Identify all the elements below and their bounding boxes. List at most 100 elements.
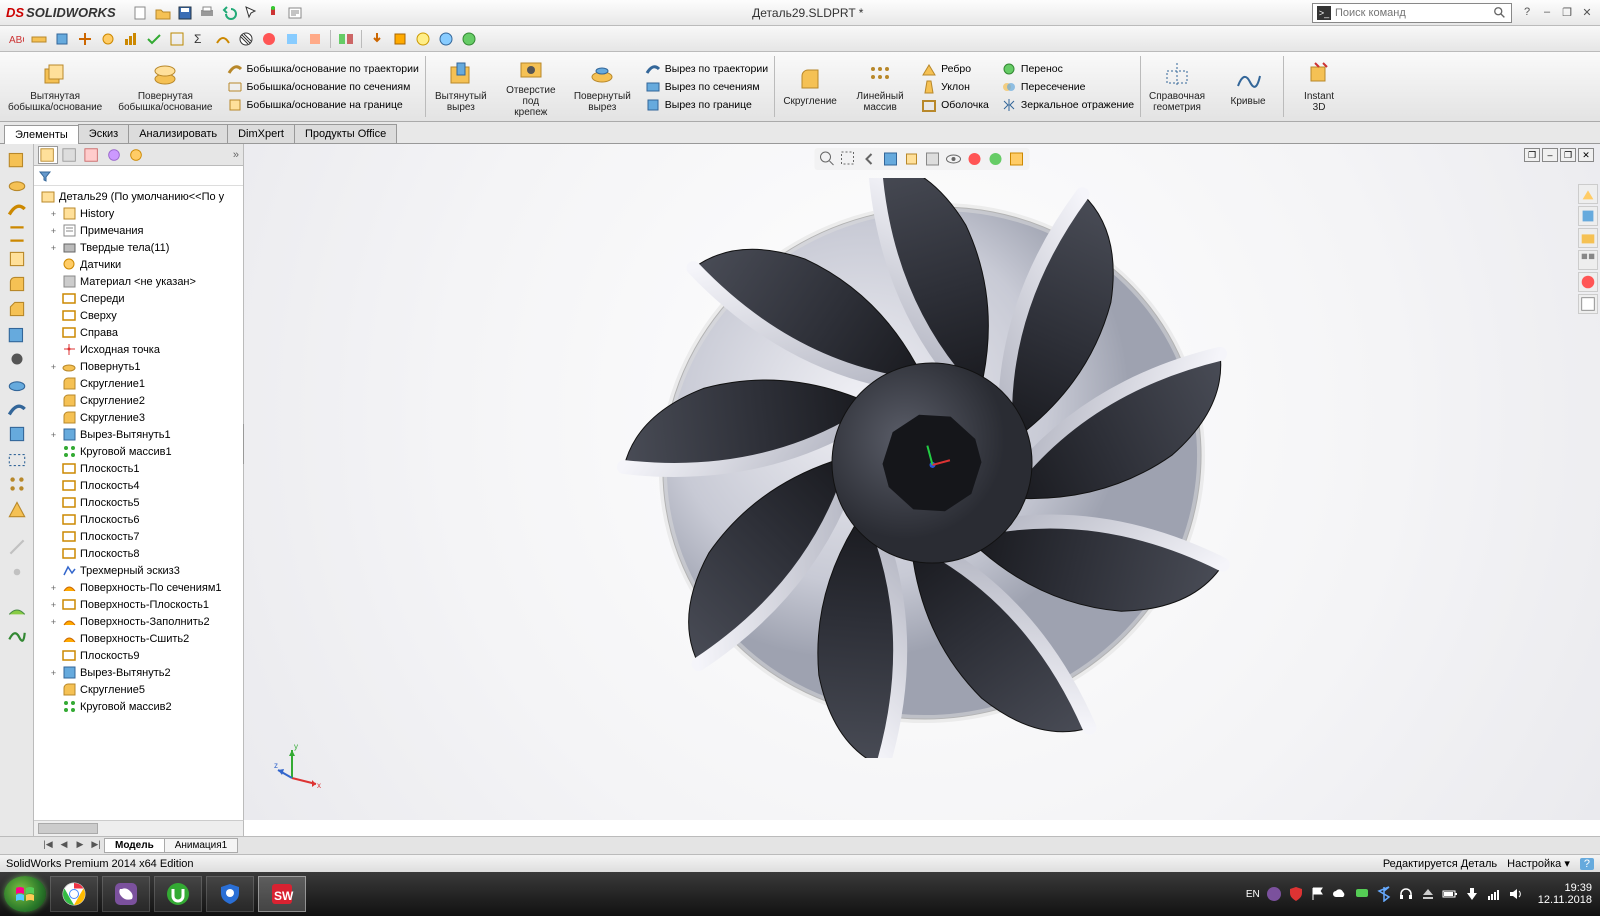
sensor-icon[interactable] [98,29,118,49]
tree-item[interactable]: Плоскость4 [34,477,243,494]
view-settings-icon[interactable] [1008,150,1026,168]
status-settings[interactable]: Настройка ▾ [1507,857,1570,870]
revolved-cut-button[interactable]: Повернутый вырез [566,52,639,121]
cutloft-icon[interactable] [6,423,28,445]
extrude-icon[interactable] [6,148,28,170]
tree-item[interactable]: Трехмерный эскиз3 [34,562,243,579]
tree-item[interactable]: Плоскость6 [34,511,243,528]
sweep-icon[interactable] [6,198,28,220]
feature-tree[interactable]: Деталь29 (По умолчанию<<По у +History+Пр… [34,186,243,820]
save-icon[interactable] [176,4,194,22]
undo-icon[interactable] [220,4,238,22]
mdi-close-icon[interactable]: ✕ [1578,148,1594,162]
hole-wizard-button[interactable]: Отверстие под крепеж [496,52,566,121]
select-icon[interactable] [242,4,260,22]
fillet-button[interactable]: Скругление [775,52,845,121]
check-icon[interactable] [144,29,164,49]
tree-item[interactable]: Плоскость8 [34,545,243,562]
model-3d-view[interactable] [612,178,1232,758]
boundary-boss-button[interactable]: Бобышка/основание на границе [227,97,419,113]
tree-item[interactable]: Скругление3 [34,409,243,426]
tab-office[interactable]: Продукты Office [294,124,397,143]
zebra-icon[interactable] [236,29,256,49]
chamfer-icon[interactable] [6,298,28,320]
scene-icon[interactable] [987,150,1005,168]
taskbar-chrome-icon[interactable] [50,876,98,912]
section-view-icon[interactable] [882,150,900,168]
simxpress-icon[interactable] [390,29,410,49]
rib-button[interactable]: Ребро [921,61,989,77]
prev-view-icon[interactable] [861,150,879,168]
revolved-boss-button[interactable]: Повернутая бобышка/основание [110,52,220,121]
dimxpert-tab-icon[interactable] [104,146,124,164]
view-triad-icon[interactable]: x y z [274,740,324,790]
loft-boss-button[interactable]: Бобышка/основание по сечениям [227,79,419,95]
display-tab-icon[interactable] [126,146,146,164]
draft-analysis-icon[interactable] [282,29,302,49]
taskbar-solidworks-icon[interactable]: SW [258,876,306,912]
expand-icon[interactable]: + [48,668,59,678]
tab-nav-prev-icon[interactable]: ◀ [56,839,72,853]
tab-animation[interactable]: Анимация1 [164,838,239,853]
tab-features[interactable]: Элементы [4,125,79,144]
compare-icon[interactable] [336,29,356,49]
appearance-icon[interactable] [966,150,984,168]
graphics-viewport[interactable]: ❐ – ❐ ✕ [244,144,1600,820]
mass-props-icon[interactable] [52,29,72,49]
instant3d-button[interactable]: Instant 3D [1284,52,1354,121]
tree-item[interactable]: Скругление1 [34,375,243,392]
properties-tab-icon[interactable] [1578,294,1598,314]
mirror-button[interactable]: Зеркальное отражение [1001,97,1134,113]
revolve-icon[interactable] [6,173,28,195]
measure-icon[interactable] [29,29,49,49]
boundary-cut-button[interactable]: Вырез по границе [645,97,768,113]
status-help-icon[interactable]: ? [1580,858,1594,870]
tree-item[interactable]: Плоскость9 [34,647,243,664]
statistics-icon[interactable] [121,29,141,49]
curvature-icon[interactable] [259,29,279,49]
expand-icon[interactable]: + [48,583,59,593]
tree-item[interactable]: Материал <не указан> [34,273,243,290]
sweep-cut-button[interactable]: Вырез по траектории [645,61,768,77]
view-palette-tab-icon[interactable] [1578,250,1598,270]
linear-pattern-button[interactable]: Линейный массив [845,52,915,121]
curves-button[interactable]: Кривые [1213,52,1283,121]
expand-icon[interactable]: + [48,209,59,219]
tree-hscroll[interactable] [34,820,244,836]
tree-item[interactable]: +Вырез-Вытянуть2 [34,664,243,681]
search-input[interactable] [1335,7,1493,19]
tree-item[interactable]: Скругление2 [34,392,243,409]
loft-icon[interactable] [6,223,28,245]
view-orient-icon[interactable] [903,150,921,168]
tree-item[interactable]: Датчики [34,256,243,273]
import-diag-icon[interactable] [367,29,387,49]
scrollbar-thumb[interactable] [38,823,98,834]
lang-indicator[interactable]: EN [1246,889,1260,900]
tree-item[interactable]: Сверху [34,307,243,324]
mdi-minimize-icon[interactable]: – [1542,148,1558,162]
draft-button[interactable]: Уклон [921,79,989,95]
shell-button[interactable]: Оболочка [921,97,989,113]
expand-icon[interactable]: + [48,362,59,372]
tree-item[interactable]: Круговой массив1 [34,443,243,460]
tree-item[interactable]: +Вырез-Вытянуть1 [34,426,243,443]
taskbar-utorrent-icon[interactable] [154,876,202,912]
expand-icon[interactable]: + [48,243,59,253]
extruded-cut-button[interactable]: Вытянутый вырез [426,52,496,121]
mdi-newwindow-icon[interactable]: ❐ [1524,148,1540,162]
tree-item[interactable]: Спереди [34,290,243,307]
mdi-restore-icon[interactable]: ❐ [1560,148,1576,162]
options-icon[interactable] [286,4,304,22]
cutrevolve-icon[interactable] [6,373,28,395]
equation-icon[interactable]: Σ [190,29,210,49]
expand-icon[interactable]: + [48,600,59,610]
ref-point-icon[interactable] [6,561,28,583]
tab-evaluate[interactable]: Анализировать [128,124,228,143]
pattern-tool-icon[interactable] [6,473,28,495]
library-tab-icon[interactable] [1578,206,1598,226]
tab-sketch[interactable]: Эскиз [78,124,129,143]
rib-tool-icon[interactable] [6,498,28,520]
expand-icon[interactable]: + [48,617,59,627]
tree-filter[interactable] [34,166,243,186]
open-file-icon[interactable] [154,4,172,22]
